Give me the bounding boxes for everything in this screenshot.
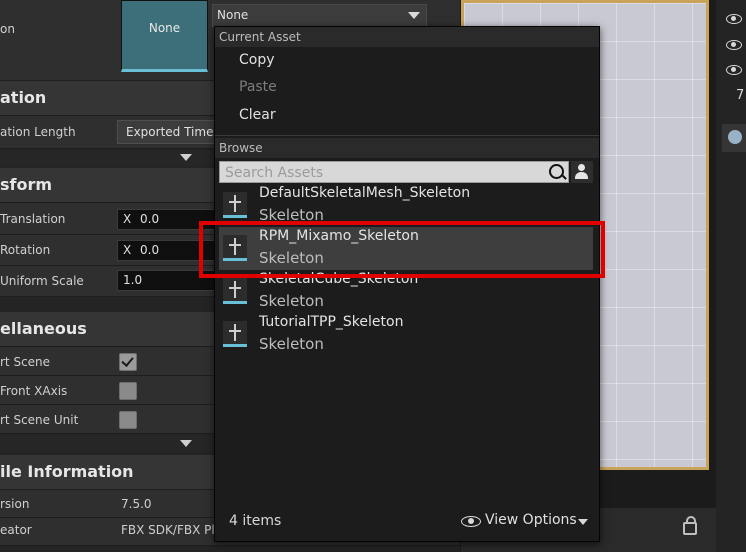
count-digit: 7 [736, 88, 745, 103]
checkmark-icon [121, 354, 134, 367]
version-label: rsion [0, 497, 30, 511]
rotation-axis-label: X [123, 243, 132, 257]
chevron-down-icon [578, 519, 588, 525]
asset-list-item[interactable]: TutorialTPP_Skeleton Skeleton [219, 313, 593, 356]
convert-scene-checkbox[interactable] [119, 353, 137, 371]
view-options-button[interactable]: View Options [461, 511, 591, 531]
skeleton-icon [223, 192, 247, 218]
version-value: 7.5.0 [121, 497, 152, 511]
rotation-label: Rotation [0, 243, 51, 257]
eye-icon[interactable] [726, 65, 742, 75]
right-side-panel: 7 [716, 0, 746, 552]
translation-label: Translation [0, 212, 66, 226]
asset-thumbnail-label: None [148, 21, 181, 35]
search-placeholder: Search Assets [225, 165, 324, 181]
browse-header: Browse [215, 138, 599, 158]
uniform-scale-value: 1.0 [123, 273, 143, 287]
translation-axis-label: X [123, 212, 132, 226]
convert-unit-label: rt Scene Unit [0, 413, 79, 427]
asset-name: TutorialTPP_Skeleton [259, 314, 404, 330]
filter-user-button[interactable] [571, 161, 593, 183]
menu-divider [215, 135, 599, 136]
lock-icon[interactable] [683, 516, 697, 535]
search-icon [549, 164, 564, 179]
animation-length-combo[interactable]: Exported Time [117, 120, 219, 144]
skeleton-icon [223, 321, 247, 347]
asset-thumbnail[interactable]: None [121, 0, 208, 72]
current-asset-header-label: Current Asset [219, 30, 301, 44]
browse-header-label: Browse [219, 141, 263, 155]
skeleton-icon [223, 278, 247, 304]
asset-name: DefaultSkeletalMesh_Skeleton [259, 185, 471, 201]
convert-unit-checkbox[interactable] [119, 411, 137, 429]
creator-label: eator [0, 523, 32, 537]
highlight-box [199, 221, 605, 278]
paste-menu-item[interactable]: Paste [215, 74, 599, 101]
force-front-label: Front XAxis [0, 384, 68, 398]
chevron-down-icon [180, 154, 192, 161]
translation-x-value: 0.0 [140, 212, 160, 226]
asset-picker-menu: Current Asset Copy Paste Clear Browse Se… [214, 26, 600, 542]
section-transform-title: sform [0, 175, 53, 194]
force-front-checkbox[interactable] [119, 382, 137, 400]
view-options-label: View Options [485, 512, 577, 528]
chevron-down-icon [180, 440, 192, 447]
section-animation-title: ation [0, 88, 47, 107]
item-count: 4 items [229, 513, 282, 529]
search-input[interactable]: Search Assets [219, 161, 569, 183]
info-tab[interactable] [722, 124, 746, 152]
section-file-information-title: ile Information [0, 462, 134, 481]
info-icon [728, 130, 742, 144]
animation-length-label: ation Length [0, 125, 76, 139]
asset-type: Skeleton [259, 292, 324, 310]
rotation-x-value: 0.0 [140, 243, 160, 257]
copy-menu-item[interactable]: Copy [215, 47, 599, 74]
eye-icon[interactable] [726, 40, 742, 50]
convert-scene-label: rt Scene [0, 355, 51, 369]
paste-label: Paste [239, 79, 277, 95]
skeleton-row-label: on [0, 22, 15, 36]
section-miscellaneous-title: ellaneous [0, 319, 87, 338]
person-icon [578, 164, 585, 171]
creator-value: FBX SDK/FBX Pl [121, 523, 215, 537]
uniform-scale-label: Uniform Scale [0, 274, 84, 288]
asset-type: Skeleton [259, 335, 324, 353]
animation-length-value: Exported Time [126, 125, 214, 139]
clear-label: Clear [239, 107, 276, 123]
skeleton-combo[interactable]: None [212, 4, 427, 27]
skeleton-combo-value: None [217, 8, 249, 22]
person-icon-body [575, 172, 588, 179]
eye-icon[interactable] [726, 14, 742, 24]
eye-icon [461, 516, 481, 527]
chevron-down-icon [408, 12, 420, 19]
current-asset-header: Current Asset [215, 27, 599, 47]
clear-menu-item[interactable]: Clear [215, 102, 599, 129]
copy-label: Copy [239, 52, 275, 68]
